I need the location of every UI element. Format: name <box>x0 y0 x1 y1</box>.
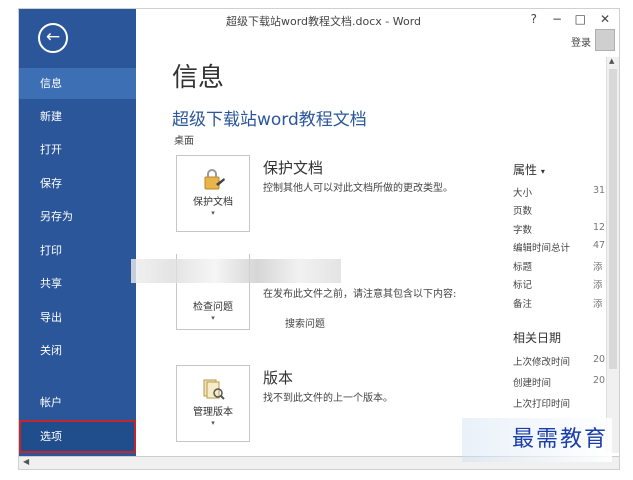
nav-open[interactable]: 打开 <box>19 134 136 165</box>
document-title: 超级下载站word教程文档.docx - Word <box>226 15 422 28</box>
nav-new[interactable]: 新建 <box>19 101 136 132</box>
nav-save-as[interactable]: 另存为 <box>19 201 136 232</box>
prop-label: 字数 <box>513 225 533 236</box>
restore-icon[interactable]: □ <box>575 12 586 26</box>
scroll-up-icon[interactable]: ▲ <box>609 57 614 65</box>
nav-share[interactable]: 共享 <box>19 268 136 299</box>
tile-label: 管理版本 <box>193 407 233 418</box>
date-value: 20 <box>593 354 606 365</box>
backstage-sidebar: ← 信息 新建 打开 保存 另存为 打印 共享 导出 关闭 帐户 选项 <box>19 9 136 457</box>
login-link[interactable]: 登录 <box>571 34 591 49</box>
prop-label: 编辑时间总计 <box>513 243 571 254</box>
prop-value[interactable]: 添 <box>593 277 603 291</box>
section-desc-versions: 找不到此文件的上一个版本。 <box>263 393 393 404</box>
avatar[interactable] <box>595 29 615 51</box>
document-location[interactable]: 桌面 <box>174 132 194 147</box>
title-bar: 超级下载站word教程文档.docx - Word ? − □ ✕ <box>136 9 619 31</box>
section-desc-protect: 控制其他人可以对此文档所做的更改类型。 <box>263 183 453 194</box>
scroll-thumb[interactable] <box>609 69 617 369</box>
vertical-scrollbar[interactable]: ▲ <box>606 57 619 453</box>
date-label: 创建时间 <box>513 378 552 389</box>
inspect-item: 搜索问题 <box>285 319 325 330</box>
date-label: 上次打印时间 <box>513 399 571 410</box>
prop-value[interactable]: 添 <box>593 259 603 273</box>
blurred-region <box>131 259 341 283</box>
chevron-down-icon: ▾ <box>211 419 215 427</box>
nav-account[interactable]: 帐户 <box>19 387 136 418</box>
tile-label: 保护文档 <box>193 197 233 208</box>
chevron-down-icon: ▾ <box>211 209 215 217</box>
watermark-logo: 最需教育 <box>462 418 612 462</box>
prop-label: 备注 <box>513 299 533 310</box>
prop-value: 47 <box>593 240 606 251</box>
prop-label: 标记 <box>513 280 533 291</box>
versions-icon <box>203 379 225 400</box>
help-icon[interactable]: ? <box>531 12 537 26</box>
nav-options[interactable]: 选项 <box>19 420 136 453</box>
back-arrow-icon[interactable]: ← <box>38 23 68 53</box>
word-window: ← 信息 新建 打开 保存 另存为 打印 共享 导出 关闭 帐户 选项 超级下载… <box>18 8 620 470</box>
scroll-left-icon[interactable]: ◀ <box>23 457 29 466</box>
prop-value[interactable]: 添 <box>593 296 603 310</box>
nav-info[interactable]: 信息 <box>19 68 136 99</box>
chevron-down-icon: ▾ <box>211 314 215 322</box>
properties-heading[interactable]: 属性 ▾ <box>513 161 545 178</box>
nav-print[interactable]: 打印 <box>19 235 136 266</box>
section-title-versions: 版本 <box>263 369 294 387</box>
document-name: 超级下载站word教程文档 <box>172 110 367 130</box>
tile-label: 检查问题 <box>193 302 233 313</box>
related-dates-heading: 相关日期 <box>513 331 562 345</box>
lock-icon <box>204 169 225 190</box>
prop-label: 大小 <box>513 188 533 199</box>
section-title-protect: 保护文档 <box>263 159 324 177</box>
prop-value: 12 <box>593 222 606 233</box>
nav-export[interactable]: 导出 <box>19 302 136 333</box>
prop-label: 标题 <box>513 262 533 273</box>
close-icon[interactable]: ✕ <box>600 12 610 26</box>
date-label: 上次修改时间 <box>513 357 571 368</box>
prop-value: 31 <box>593 185 606 196</box>
prop-label: 页数 <box>513 206 533 217</box>
minimize-icon[interactable]: − <box>552 12 562 26</box>
protect-document-button[interactable]: 保护文档 ▾ <box>176 155 250 232</box>
nav-save[interactable]: 保存 <box>19 168 136 199</box>
manage-versions-button[interactable]: 管理版本 ▾ <box>176 365 250 442</box>
page-title: 信息 <box>172 63 225 93</box>
section-desc-inspect: 在发布此文件之前，请注意其包含以下内容: <box>263 289 457 300</box>
date-value: 20 <box>593 375 606 386</box>
nav-close[interactable]: 关闭 <box>19 335 136 366</box>
